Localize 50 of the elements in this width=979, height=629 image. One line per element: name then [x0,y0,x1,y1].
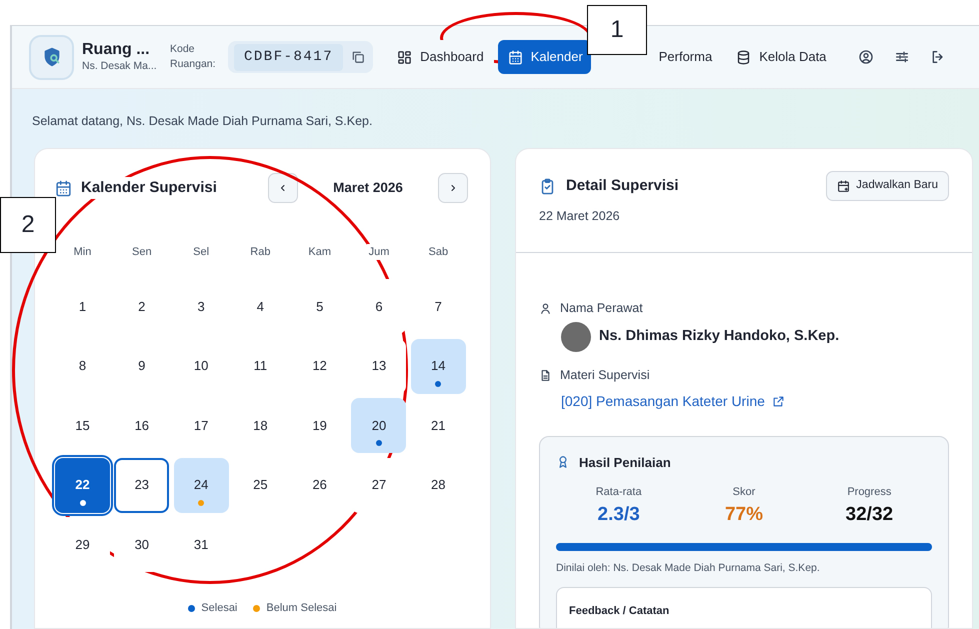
material-link[interactable]: [020] Pemasangan Kateter Urine [539,384,785,412]
nav-tab[interactable]: Kalender [498,40,591,74]
month-label: Maret 2026 [332,178,404,197]
stat-label: Progress [847,485,892,500]
field-label: Materi Supervisi [560,366,650,384]
document-icon [539,368,552,382]
annotation-number: 1 [587,5,647,55]
calendar-day[interactable]: 24 [174,458,229,512]
database-icon [736,50,752,64]
stat-value: 77% [724,502,763,526]
weekday-label: Jum [366,244,392,260]
grid-icon [397,50,412,64]
detail-title: Detail Supervisi [566,176,679,196]
copy-icon [351,50,366,64]
stat-label: Skor [732,485,756,500]
avatar [561,322,591,352]
room-code: CDBF-8417 [234,44,344,70]
profile-icon [858,49,874,65]
calendar-icon [55,180,72,196]
calendar-day[interactable]: 22 [55,458,110,512]
stat-value: 2.3/3 [598,502,640,526]
profile-button[interactable] [858,49,874,65]
legend-label: Selesai [201,601,238,616]
calendar-icon [508,50,523,64]
calendar-day[interactable]: 14 [410,338,466,394]
settings-icon [894,49,910,65]
legend-label: Belum Selesai [266,601,337,616]
code-label: Kode Ruangan: [170,42,217,72]
annotation-number: 2 [0,197,56,253]
stat-value: 32/32 [846,502,894,526]
external-link-icon [772,394,785,408]
calendar-plus-icon [837,180,850,192]
stat-label: Rata-rata [596,485,642,500]
person-icon [539,302,552,315]
field-label: Nama Perawat [560,300,643,317]
previous-month-button[interactable] [268,173,298,203]
detail-date: 22 Maret 2026 [539,208,621,225]
clipboard-check-icon [539,178,556,194]
assessor-text: Dinilai oleh: Ns. Desak Made Diah Purnama Sari, S.Kep. [556,561,821,576]
calendar-day[interactable]: 23 [114,458,170,512]
room-title: Ruang ... [82,40,151,60]
calendar-day[interactable]: 20 [351,398,406,453]
schedule-button[interactable]: Jadwalkan Baru [826,171,949,201]
feedback-title: Feedback / Catatan [569,604,670,617]
calendar-title: Kalender Supervisi [81,176,217,200]
welcome-text: Selamat datang, Ns. Desak Made Diah Purnama Sari, S.Kep. [31,113,374,130]
nurse-name: Ns. Dhimas Rizky Handoko, S.Kep. [599,326,840,346]
room-user: Ns. Desak Ma... [82,60,158,74]
result-title: Hasil Penilaian [579,454,671,472]
settings-button[interactable] [894,49,910,65]
